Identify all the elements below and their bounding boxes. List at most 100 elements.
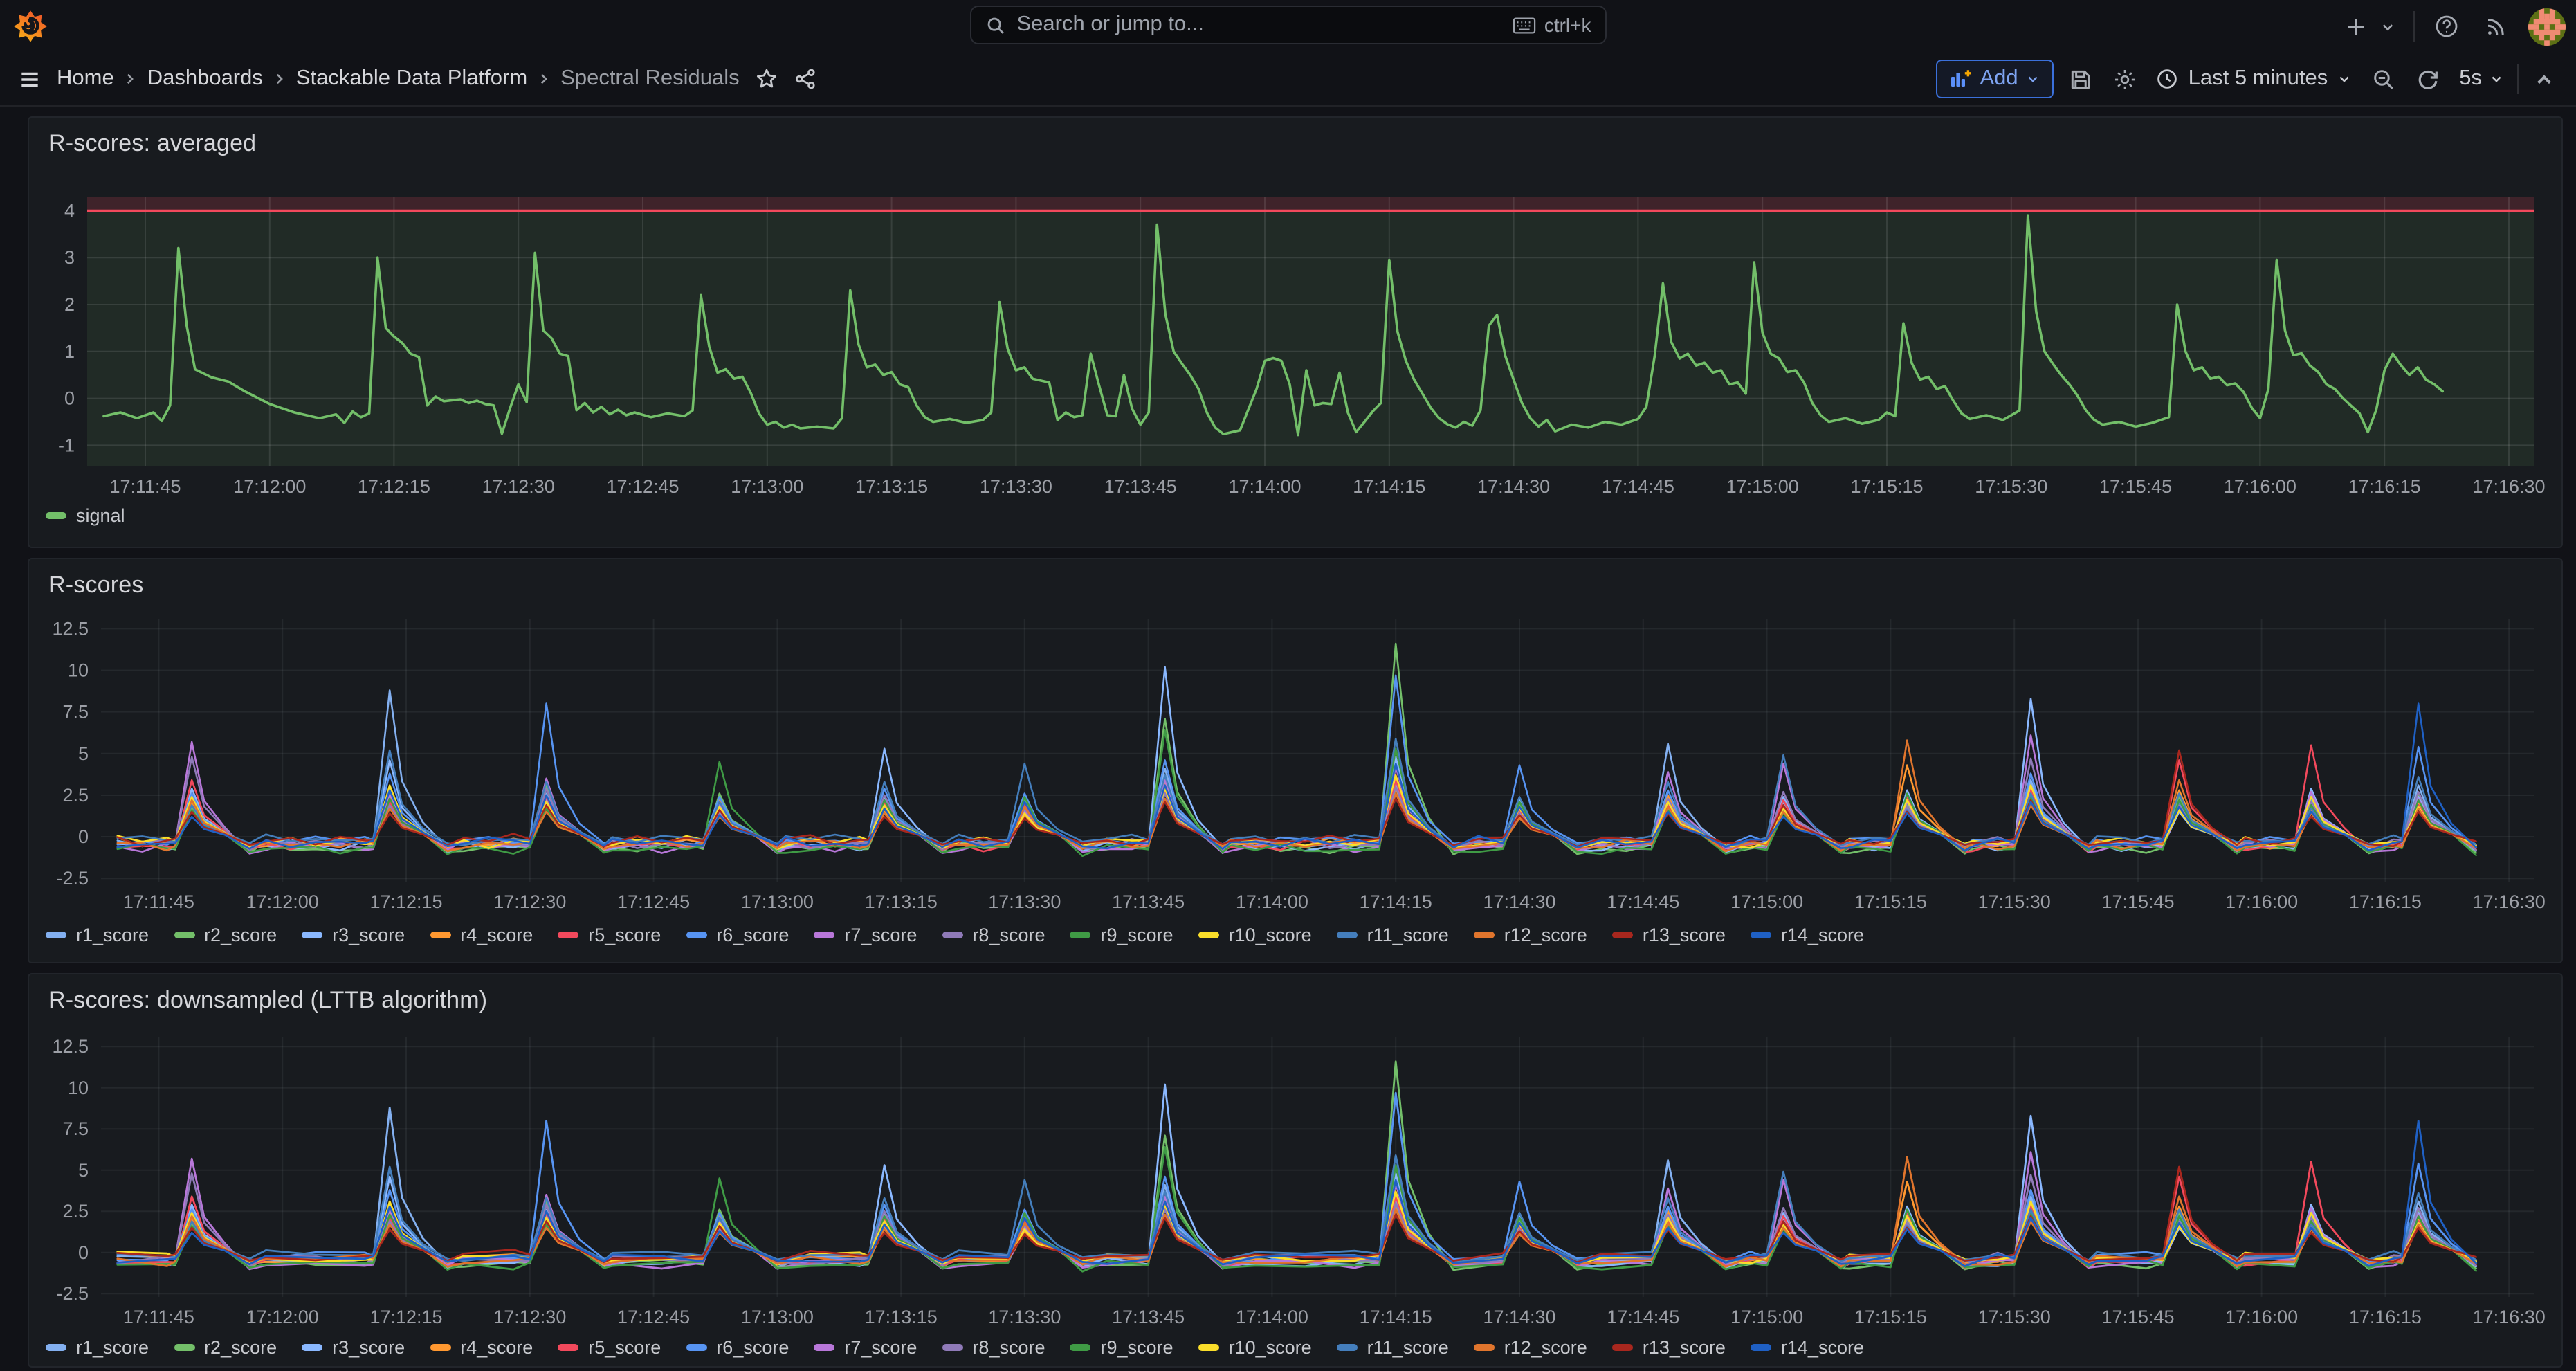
breadcrumb-separator	[124, 72, 138, 86]
legend-item-r4_score[interactable]: r4_score	[430, 1337, 533, 1358]
legend-swatch	[1612, 1345, 1633, 1351]
legend-swatch	[430, 932, 450, 938]
legend-item-r14_score[interactable]: r14_score	[1751, 925, 1864, 945]
legend-item-r3_score[interactable]: r3_score	[302, 925, 405, 945]
timeseries-chart-averaged[interactable]: -10123417:11:4517:12:0017:12:1517:12:301…	[40, 197, 2550, 504]
timeseries-chart-lttb[interactable]: -2.502.557.51012.517:11:4517:12:0017:12:…	[40, 1037, 2550, 1332]
legend-item-r1_score[interactable]: r1_score	[46, 925, 149, 945]
legend-item-r12_score[interactable]: r12_score	[1474, 925, 1587, 945]
y-tick-label: 7.5	[62, 1118, 89, 1139]
refresh-button[interactable]	[2409, 61, 2445, 97]
legend-item-r13_score[interactable]: r13_score	[1612, 1337, 1726, 1358]
legend-swatch	[686, 932, 706, 938]
legend-item-r6_score[interactable]: r6_score	[686, 1337, 789, 1358]
legend-label: r11_score	[1367, 925, 1449, 945]
legend-item-r1_score[interactable]: r1_score	[46, 1337, 149, 1358]
legend-item-r6_score[interactable]: r6_score	[686, 925, 789, 945]
x-tick-label: 17:12:00	[246, 1307, 319, 1327]
legend-item-r12_score[interactable]: r12_score	[1474, 1337, 1587, 1358]
legend-item-r7_score[interactable]: r7_score	[814, 1337, 917, 1358]
new-button[interactable]	[2338, 8, 2374, 44]
y-tick-label: 10	[68, 660, 89, 681]
legend-label: r13_score	[1643, 925, 1726, 945]
legend-item-r9_score[interactable]: r9_score	[1070, 1337, 1173, 1358]
legend-swatch	[1070, 1345, 1091, 1351]
x-tick-label: 17:12:45	[617, 1307, 690, 1327]
legend-swatch	[46, 1345, 66, 1351]
legend-item-r2_score[interactable]: r2_score	[174, 925, 277, 945]
panel-title[interactable]: R-scores	[48, 572, 144, 599]
y-tick-label: 7.5	[62, 702, 89, 723]
legend-swatch	[558, 1345, 578, 1351]
legend-item-r8_score[interactable]: r8_score	[942, 1337, 1045, 1358]
time-range-picker[interactable]: Last 5 minutes	[2151, 66, 2357, 91]
menu-icon	[17, 67, 41, 91]
x-tick-label: 17:13:30	[988, 1307, 1061, 1327]
breadcrumb: Home Dashboards Stackable Data Platform …	[11, 53, 824, 105]
legend-swatch	[1070, 932, 1091, 938]
timeseries-chart-r-scores[interactable]: -2.502.557.51012.517:11:4517:12:0017:12:…	[40, 619, 2550, 919]
legend-item-r3_score[interactable]: r3_score	[302, 1337, 405, 1358]
panel-title[interactable]: R-scores: downsampled (LTTB algorithm)	[48, 987, 487, 1015]
x-tick-label: 17:14:30	[1483, 1307, 1555, 1327]
keyboard-icon	[1513, 16, 1536, 34]
x-tick-label: 17:13:00	[731, 476, 803, 497]
panel-title[interactable]: R-scores: averaged	[48, 130, 256, 158]
zoom-out-button[interactable]	[2365, 61, 2401, 97]
dashboard-settings-button[interactable]	[2107, 61, 2143, 97]
user-avatar[interactable]	[2528, 8, 2565, 45]
legend-item-r11_score[interactable]: r11_score	[1337, 1337, 1449, 1358]
legend-swatch	[1751, 932, 1771, 938]
legend-item-r4_score[interactable]: r4_score	[430, 925, 533, 945]
x-tick-label: 17:15:15	[1854, 1307, 1927, 1327]
save-dashboard-button[interactable]	[2063, 61, 2099, 97]
legend-item-signal[interactable]: signal	[46, 505, 125, 526]
legend-swatch	[302, 1345, 322, 1351]
news-button[interactable]	[2478, 8, 2514, 44]
series-r3_score	[118, 667, 2476, 854]
y-tick-label: 4	[64, 200, 75, 221]
search-input[interactable]: Search or jump to... ctrl+k	[970, 6, 1607, 44]
x-tick-label: 17:14:45	[1602, 476, 1674, 497]
legend-item-r5_score[interactable]: r5_score	[558, 1337, 661, 1358]
legend-item-r7_score[interactable]: r7_score	[814, 925, 917, 945]
legend-item-r2_score[interactable]: r2_score	[174, 1337, 277, 1358]
chevron-down-icon	[2489, 72, 2503, 86]
legend-label: r2_score	[204, 1337, 277, 1358]
y-tick-label: 10	[68, 1078, 89, 1098]
legend-item-r11_score[interactable]: r11_score	[1337, 925, 1449, 945]
breadcrumb-dashboards[interactable]: Dashboards	[140, 66, 270, 91]
breadcrumb-home[interactable]: Home	[50, 66, 121, 91]
legend-item-r10_score[interactable]: r10_score	[1198, 1337, 1312, 1358]
new-dropdown-caret[interactable]	[2377, 8, 2399, 44]
legend-item-r5_score[interactable]: r5_score	[558, 925, 661, 945]
mega-menu-button[interactable]	[11, 61, 47, 97]
x-tick-label: 17:12:30	[493, 1307, 566, 1327]
breadcrumb-folder[interactable]: Stackable Data Platform	[289, 66, 534, 91]
legend-label: r8_score	[972, 1337, 1045, 1358]
collapse-toolbar-button[interactable]	[2526, 61, 2562, 97]
grafana-logo[interactable]	[12, 8, 48, 44]
x-tick-label: 17:15:45	[2099, 476, 2172, 497]
legend-item-r8_score[interactable]: r8_score	[942, 925, 1045, 945]
legend-item-r10_score[interactable]: r10_score	[1198, 925, 1312, 945]
legend-item-r9_score[interactable]: r9_score	[1070, 925, 1173, 945]
legend-label: r14_score	[1781, 925, 1864, 945]
series-r14_score	[118, 704, 2476, 851]
y-tick-label: -2.5	[56, 1283, 89, 1304]
add-button[interactable]: Add	[1935, 60, 2054, 98]
legend-item-r13_score[interactable]: r13_score	[1612, 925, 1726, 945]
refresh-interval-picker[interactable]: 5s	[2454, 66, 2508, 91]
x-tick-label: 17:13:15	[865, 1307, 938, 1327]
chevron-right-icon	[537, 72, 551, 86]
favorite-button[interactable]	[749, 61, 785, 97]
legend-label: r6_score	[716, 925, 789, 945]
legend-label: r5_score	[588, 925, 661, 945]
x-tick-label: 17:11:45	[123, 1307, 194, 1327]
x-tick-label: 17:15:00	[1730, 1307, 1803, 1327]
help-button[interactable]	[2428, 8, 2464, 44]
legend-swatch	[1474, 1345, 1495, 1351]
share-button[interactable]	[788, 61, 824, 97]
legend-item-r14_score[interactable]: r14_score	[1751, 1337, 1864, 1358]
legend-swatch	[430, 1345, 450, 1351]
